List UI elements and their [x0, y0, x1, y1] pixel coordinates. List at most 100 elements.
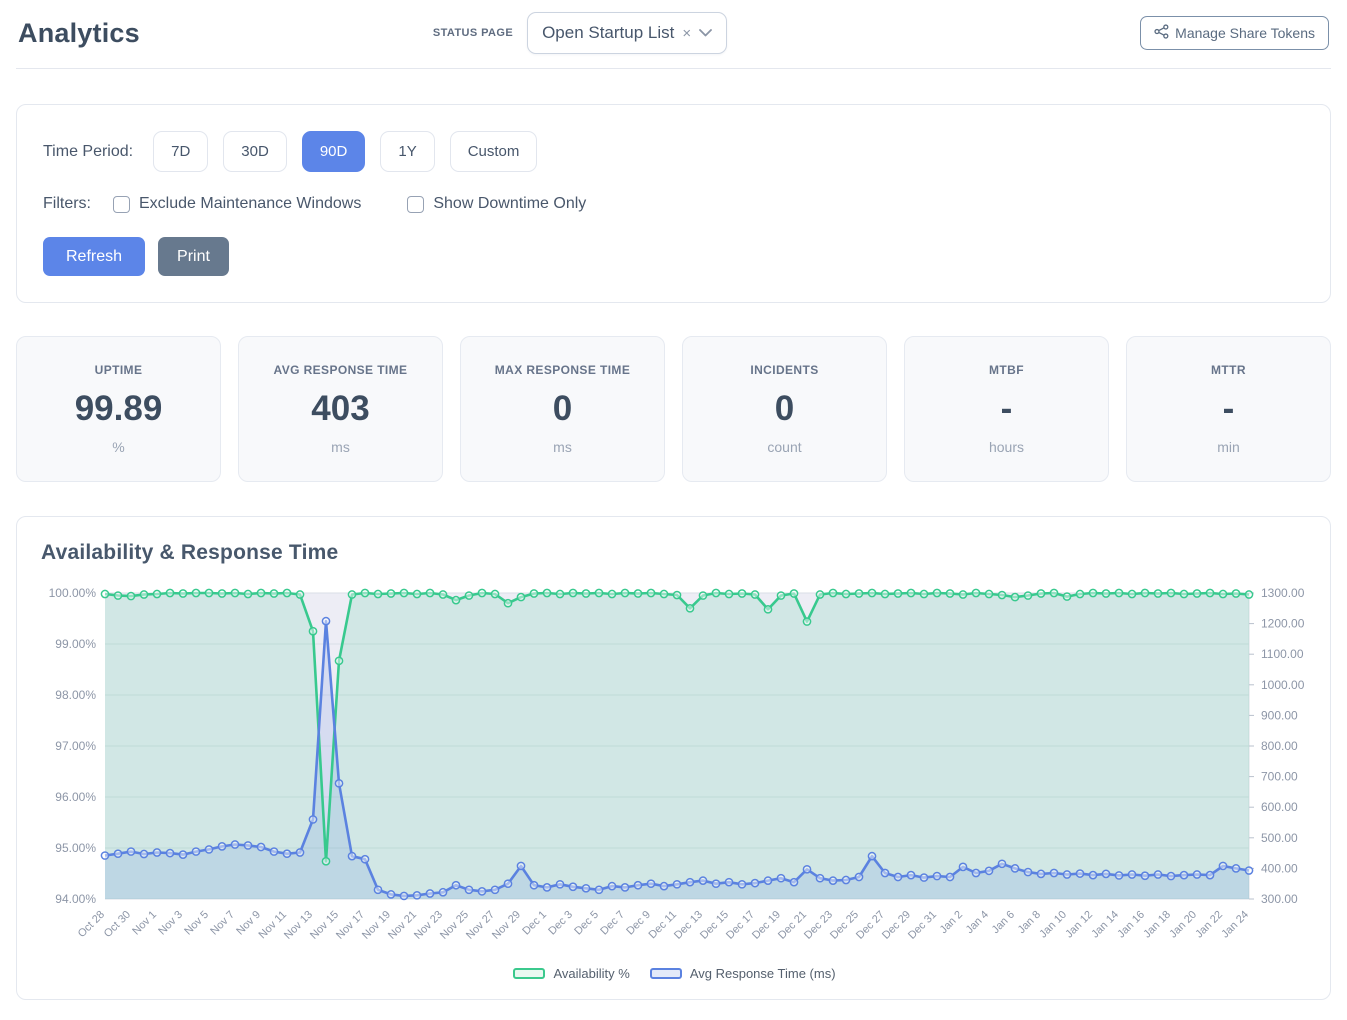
- stat-unit: hours: [913, 439, 1100, 455]
- svg-text:99.00%: 99.00%: [55, 637, 96, 651]
- period-button-90d[interactable]: 90D: [302, 131, 366, 172]
- svg-text:98.00%: 98.00%: [55, 688, 96, 702]
- stat-value: 99.89: [25, 389, 212, 429]
- svg-text:300.00: 300.00: [1261, 892, 1298, 906]
- stat-card-max-response: MAX RESPONSE TIME 0 ms: [460, 336, 665, 482]
- svg-text:500.00: 500.00: [1261, 831, 1298, 845]
- chart-area: 100.00%99.00%98.00%97.00%96.00%95.00%94.…: [41, 579, 1308, 964]
- clear-selection-icon[interactable]: ×: [682, 26, 691, 41]
- availability-response-chart: 100.00%99.00%98.00%97.00%96.00%95.00%94.…: [41, 579, 1307, 959]
- stat-value: 0: [469, 389, 656, 429]
- svg-text:Dec 31: Dec 31: [906, 909, 939, 942]
- svg-text:Jan 2: Jan 2: [938, 909, 966, 937]
- svg-text:900.00: 900.00: [1261, 708, 1298, 722]
- svg-text:100.00%: 100.00%: [49, 586, 97, 600]
- checkbox-icon[interactable]: [407, 196, 424, 213]
- page-title: Analytics: [18, 18, 140, 49]
- header: Analytics STATUS PAGE Open Startup List …: [16, 0, 1331, 69]
- svg-text:95.00%: 95.00%: [55, 841, 96, 855]
- svg-text:Jan 14: Jan 14: [1089, 909, 1121, 941]
- svg-text:Nov 5: Nov 5: [182, 909, 211, 938]
- legend-item-response: Avg Response Time (ms): [650, 966, 836, 981]
- svg-text:Oct 30: Oct 30: [102, 909, 133, 940]
- svg-text:700.00: 700.00: [1261, 770, 1298, 784]
- stats-row: UPTIME 99.89 % AVG RESPONSE TIME 403 ms …: [16, 336, 1331, 482]
- status-page-select[interactable]: Open Startup List ×: [527, 12, 727, 54]
- time-period-row: Time Period: 7D 30D 90D 1Y Custom: [43, 131, 1304, 172]
- refresh-button[interactable]: Refresh: [43, 237, 145, 276]
- show-downtime-checkbox[interactable]: Show Downtime Only: [407, 195, 586, 213]
- chart-legend: Availability % Avg Response Time (ms): [41, 966, 1308, 981]
- period-button-custom[interactable]: Custom: [450, 131, 538, 172]
- exclude-maintenance-label: Exclude Maintenance Windows: [139, 195, 361, 213]
- svg-text:Jan 16: Jan 16: [1115, 909, 1147, 941]
- chart-title: Availability & Response Time: [41, 541, 1308, 565]
- svg-text:Jan 12: Jan 12: [1063, 909, 1095, 941]
- period-button-7d[interactable]: 7D: [153, 131, 208, 172]
- stat-unit: ms: [469, 439, 656, 455]
- stat-label: MTTR: [1135, 363, 1322, 377]
- stat-card-uptime: UPTIME 99.89 %: [16, 336, 221, 482]
- svg-text:Nov 1: Nov 1: [130, 909, 159, 938]
- svg-text:Dec 7: Dec 7: [598, 909, 627, 938]
- svg-text:400.00: 400.00: [1261, 861, 1298, 875]
- svg-text:Jan 18: Jan 18: [1141, 909, 1173, 941]
- stat-value: 0: [691, 389, 878, 429]
- share-icon: [1154, 24, 1169, 42]
- show-downtime-label: Show Downtime Only: [433, 195, 586, 213]
- svg-text:1100.00: 1100.00: [1261, 647, 1304, 661]
- stat-value: -: [1135, 389, 1322, 429]
- status-page-label: STATUS PAGE: [433, 27, 513, 39]
- print-button[interactable]: Print: [158, 237, 229, 276]
- filters-panel: Time Period: 7D 30D 90D 1Y Custom Filter…: [16, 104, 1331, 303]
- svg-text:1200.00: 1200.00: [1261, 617, 1305, 631]
- manage-share-tokens-label: Manage Share Tokens: [1175, 25, 1315, 41]
- legend-label: Availability %: [553, 966, 629, 981]
- exclude-maintenance-checkbox[interactable]: Exclude Maintenance Windows: [113, 195, 361, 213]
- svg-text:Nov 3: Nov 3: [156, 909, 185, 938]
- svg-text:Jan 22: Jan 22: [1193, 909, 1225, 941]
- stat-value: -: [913, 389, 1100, 429]
- svg-text:800.00: 800.00: [1261, 739, 1298, 753]
- stat-card-mtbf: MTBF - hours: [904, 336, 1109, 482]
- stat-unit: %: [25, 439, 212, 455]
- svg-text:96.00%: 96.00%: [55, 790, 96, 804]
- stat-unit: ms: [247, 439, 434, 455]
- stat-label: UPTIME: [25, 363, 212, 377]
- stat-card-mttr: MTTR - min: [1126, 336, 1331, 482]
- stat-label: MAX RESPONSE TIME: [469, 363, 656, 377]
- analytics-page: Analytics STATUS PAGE Open Startup List …: [0, 0, 1347, 1020]
- period-button-1y[interactable]: 1Y: [380, 131, 434, 172]
- svg-text:Jan 24: Jan 24: [1219, 909, 1251, 941]
- svg-text:1300.00: 1300.00: [1261, 586, 1305, 600]
- stat-unit: min: [1135, 439, 1322, 455]
- legend-label: Avg Response Time (ms): [690, 966, 836, 981]
- svg-text:Dec 1: Dec 1: [520, 909, 549, 938]
- filters-label: Filters:: [43, 195, 91, 213]
- svg-text:600.00: 600.00: [1261, 800, 1298, 814]
- chart-panel: Availability & Response Time 100.00% 99.0…: [16, 516, 1331, 1000]
- filters-row: Filters: Exclude Maintenance Windows Sho…: [43, 195, 1304, 213]
- stat-card-incidents: INCIDENTS 0 count: [682, 336, 887, 482]
- svg-text:97.00%: 97.00%: [55, 739, 96, 753]
- svg-text:Nov 29: Nov 29: [490, 909, 523, 942]
- manage-share-tokens-button[interactable]: Manage Share Tokens: [1140, 16, 1329, 50]
- stat-card-avg-response: AVG RESPONSE TIME 403 ms: [238, 336, 443, 482]
- stat-value: 403: [247, 389, 434, 429]
- status-page-selector: STATUS PAGE Open Startup List ×: [433, 12, 727, 54]
- svg-text:Dec 5: Dec 5: [572, 909, 601, 938]
- svg-text:Jan 10: Jan 10: [1037, 909, 1069, 941]
- period-button-30d[interactable]: 30D: [223, 131, 287, 172]
- time-period-label: Time Period:: [43, 143, 133, 161]
- stat-label: INCIDENTS: [691, 363, 878, 377]
- chevron-down-icon[interactable]: [699, 29, 712, 37]
- svg-text:Jan 4: Jan 4: [964, 909, 992, 937]
- svg-text:Jan 20: Jan 20: [1167, 909, 1199, 941]
- stat-label: AVG RESPONSE TIME: [247, 363, 434, 377]
- checkbox-icon[interactable]: [113, 196, 130, 213]
- svg-text:Nov 7: Nov 7: [208, 909, 237, 938]
- availability-swatch-icon: [513, 968, 545, 979]
- svg-text:Dec 3: Dec 3: [546, 909, 575, 938]
- status-page-value: Open Startup List: [542, 23, 674, 43]
- legend-item-availability: Availability %: [513, 966, 629, 981]
